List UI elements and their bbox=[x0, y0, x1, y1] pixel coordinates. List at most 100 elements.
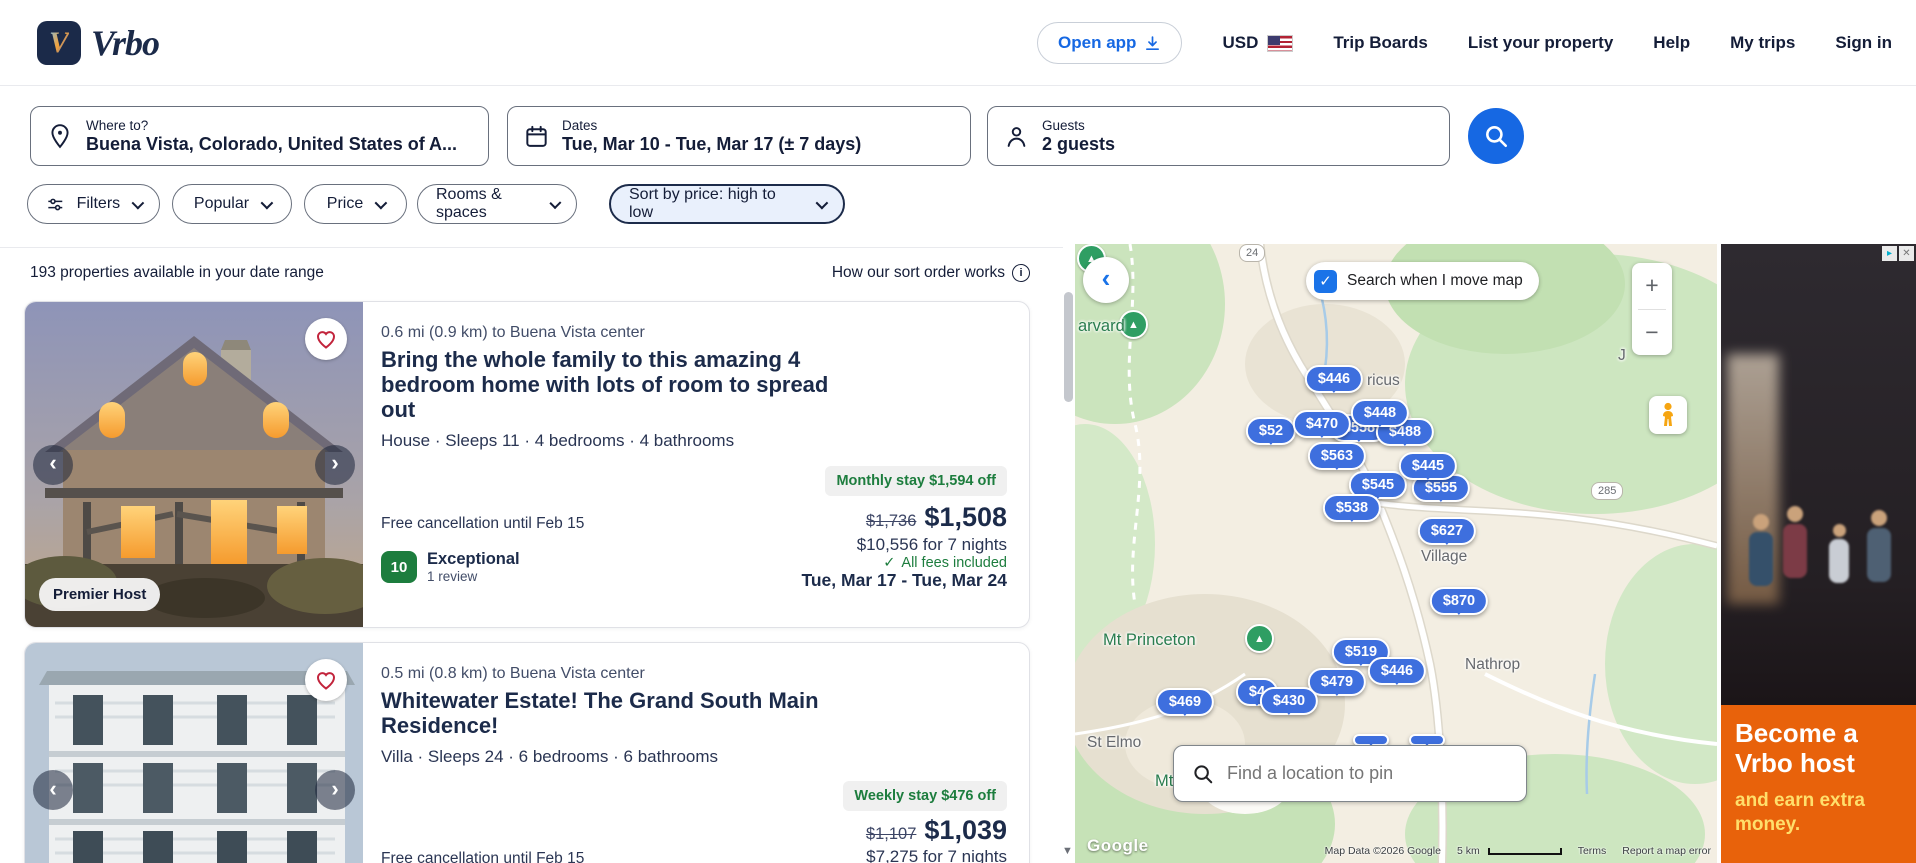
pin-search-input[interactable] bbox=[1227, 763, 1497, 784]
map-price-pin[interactable]: $470 bbox=[1292, 410, 1352, 438]
guests-field[interactable]: Guests 2 guests bbox=[987, 106, 1450, 166]
sort-order-info-link[interactable]: How our sort order works i bbox=[832, 264, 1030, 282]
nav-trip-boards[interactable]: Trip Boards bbox=[1333, 33, 1427, 53]
adchoices-icon[interactable]: ▸ bbox=[1882, 246, 1897, 261]
map-price-pin[interactable]: $563 bbox=[1307, 442, 1367, 470]
price-label: Price bbox=[326, 195, 364, 212]
zoom-in-button[interactable]: + bbox=[1632, 263, 1672, 309]
save-heart-button[interactable] bbox=[305, 318, 347, 360]
where-to-field[interactable]: Where to? Buena Vista, Colorado, United … bbox=[30, 106, 489, 166]
map-price-pin[interactable]: $445 bbox=[1398, 452, 1458, 480]
info-icon: i bbox=[1012, 264, 1030, 282]
nav-my-trips[interactable]: My trips bbox=[1730, 33, 1795, 53]
dates-field[interactable]: Dates Tue, Mar 10 - Tue, Mar 17 (± 7 day… bbox=[507, 106, 971, 166]
nav-help[interactable]: Help bbox=[1653, 33, 1690, 53]
map-price-pin[interactable]: $446 bbox=[1304, 365, 1364, 393]
heart-icon bbox=[316, 331, 336, 349]
vrbo-search-page: V Vrbo Open app USD Trip Boards List you… bbox=[0, 0, 1916, 863]
dates-value: Tue, Mar 10 - Tue, Mar 17 (± 7 days) bbox=[562, 133, 862, 154]
nav-sign-in[interactable]: Sign in bbox=[1835, 33, 1892, 53]
chevron-down-icon bbox=[374, 196, 388, 209]
list-scrollbar[interactable] bbox=[1064, 292, 1073, 402]
filters-button[interactable]: Filters bbox=[27, 184, 160, 224]
highway-shield: 24 bbox=[1239, 244, 1266, 262]
map-price-pin[interactable]: $52 bbox=[1245, 417, 1297, 445]
review-count: 1 review bbox=[427, 569, 478, 584]
map-price-pin[interactable]: $469 bbox=[1155, 688, 1215, 716]
map-price-pin[interactable]: $479 bbox=[1307, 668, 1367, 696]
map-price-pin[interactable]: $430 bbox=[1259, 687, 1319, 715]
map-place-label: Mt bbox=[1155, 772, 1174, 790]
guest-icon bbox=[1007, 126, 1026, 147]
map-terms-link[interactable]: Terms bbox=[1578, 845, 1607, 857]
map-place-label: Nathrop bbox=[1465, 656, 1521, 673]
download-icon bbox=[1146, 35, 1160, 50]
ad-orange-block: Become a Vrbo host and earn extra money. bbox=[1721, 705, 1916, 863]
listing-card[interactable]: ‹ › Premier Host 0.6 mi (0.9 km) to Buen… bbox=[24, 301, 1030, 628]
popular-filter[interactable]: Popular bbox=[172, 184, 292, 224]
photo-prev-button[interactable]: ‹ bbox=[33, 444, 73, 485]
map-zoom-control: + − bbox=[1632, 263, 1672, 355]
photo-next-button[interactable]: › bbox=[315, 770, 355, 810]
map-place-label: ricus bbox=[1367, 372, 1400, 389]
rooms-spaces-filter[interactable]: Rooms & spaces bbox=[417, 184, 577, 224]
street-view-pegman[interactable] bbox=[1649, 396, 1687, 434]
listing-details: House · Sleeps 11 · 4 bedrooms · 4 bathr… bbox=[381, 431, 735, 451]
total-price: $10,556 for 7 nights bbox=[856, 535, 1007, 554]
save-heart-button[interactable] bbox=[305, 659, 347, 701]
nav-list-property[interactable]: List your property bbox=[1468, 33, 1613, 53]
collapse-map-button[interactable]: ‹ bbox=[1083, 257, 1129, 303]
top-navigation: Open app USD Trip Boards List your prope… bbox=[1037, 0, 1892, 86]
ad-subline: and earn extra money. bbox=[1735, 789, 1865, 835]
listing-title[interactable]: Whitewater Estate! The Grand South Main … bbox=[381, 688, 831, 738]
chevron-right-icon: › bbox=[331, 775, 339, 801]
listing-distance: 0.6 mi (0.9 km) to Buena Vista center bbox=[381, 324, 645, 341]
checkbox-checked-icon[interactable]: ✓ bbox=[1314, 269, 1337, 293]
chevron-down-icon bbox=[815, 196, 829, 209]
sort-filter[interactable]: Sort by price: high to low bbox=[609, 184, 845, 224]
search-move-map-toggle[interactable]: ✓ Search when I move map bbox=[1306, 262, 1539, 300]
open-app-label: Open app bbox=[1058, 33, 1137, 52]
map-price-pin[interactable]: $627 bbox=[1417, 517, 1477, 545]
dates-label: Dates bbox=[562, 117, 598, 133]
map-pin-search-box[interactable] bbox=[1173, 745, 1527, 802]
ad-person-figure bbox=[1749, 514, 1773, 586]
vrbo-logo[interactable]: V Vrbo bbox=[37, 21, 160, 65]
filters-label: Filters bbox=[76, 195, 121, 212]
old-price: $1,736 bbox=[865, 512, 917, 530]
photo-next-button[interactable]: › bbox=[315, 444, 355, 485]
rating-score: 10 bbox=[381, 551, 417, 583]
highway-shield: 285 bbox=[1591, 482, 1624, 500]
map-price-pin[interactable]: $446 bbox=[1367, 657, 1427, 685]
currency-selector[interactable]: USD bbox=[1222, 33, 1294, 53]
deal-badge: Weekly stay $476 off bbox=[843, 781, 1007, 811]
map-scale-bar bbox=[1487, 847, 1562, 855]
open-app-button[interactable]: Open app bbox=[1037, 22, 1183, 64]
total-price: $7,275 for 7 nights bbox=[866, 847, 1007, 863]
search-button[interactable] bbox=[1468, 108, 1524, 164]
listing-card[interactable]: ‹ › 0.5 mi (0.8 km) to Buena Vista cente… bbox=[24, 642, 1030, 863]
price-filter[interactable]: Price bbox=[304, 184, 407, 224]
results-map[interactable]: ▲ ▲ ▲ 24 285 arvard ricus J Village Mt Princeto… bbox=[1075, 244, 1717, 863]
sort-label: Sort by price: high to low bbox=[629, 186, 776, 221]
map-price-pin[interactable]: $870 bbox=[1429, 587, 1489, 615]
price: $1,039 bbox=[924, 815, 1007, 845]
heart-icon bbox=[316, 672, 336, 690]
ad-person-figure bbox=[1783, 506, 1807, 578]
ad-close-icon[interactable]: ✕ bbox=[1899, 246, 1914, 261]
old-price: $1,107 bbox=[865, 825, 917, 843]
sliders-icon bbox=[48, 198, 63, 210]
map-report-link[interactable]: Report a map error bbox=[1622, 845, 1711, 857]
host-ad-banner[interactable]: Become a Vrbo host and earn extra money.… bbox=[1721, 244, 1916, 863]
listing-photo: ‹ › bbox=[25, 643, 363, 863]
zoom-out-button[interactable]: − bbox=[1632, 310, 1672, 356]
map-price-pin[interactable]: $448 bbox=[1350, 399, 1410, 427]
map-price-pin[interactable]: $538 bbox=[1322, 494, 1382, 522]
listing-title[interactable]: Bring the whole family to this amazing 4… bbox=[381, 347, 831, 422]
where-to-label: Where to? bbox=[86, 117, 149, 133]
photo-prev-button[interactable]: ‹ bbox=[33, 770, 73, 810]
peak-marker-icon[interactable]: ▲ bbox=[1245, 624, 1274, 653]
map-attribution: Map Data ©2026 Google 5 km Terms Report … bbox=[1325, 845, 1711, 857]
scroll-down-arrow[interactable]: ▼ bbox=[1062, 845, 1073, 857]
check-icon: ✓ bbox=[883, 555, 896, 571]
